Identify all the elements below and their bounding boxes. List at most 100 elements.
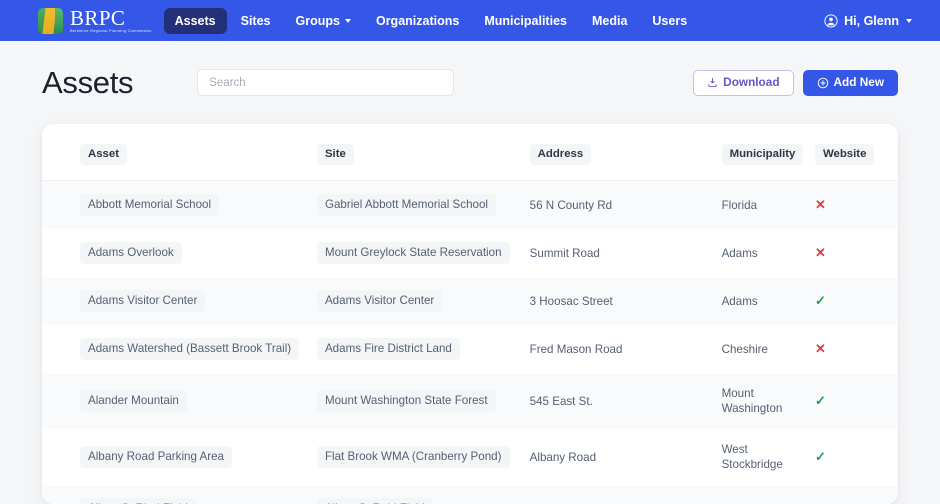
page-header: Assets Download Add New — [0, 41, 940, 124]
cell-address: 56 N County Rd — [529, 198, 613, 212]
table-row[interactable]: Adams Visitor Center Adams Visitor Center… — [42, 277, 898, 325]
nav-label-media: Media — [591, 13, 628, 28]
brand-logo-link[interactable]: BRPC Berkshire Regional Planning Commiss… — [38, 7, 151, 34]
table-row[interactable]: Alander Mountain Mount Washington State F… — [42, 373, 898, 429]
municipality-name: Adams — [721, 294, 758, 308]
site-name[interactable]: Gabriel Abbott Memorial School — [316, 194, 496, 216]
download-button[interactable]: Download — [693, 69, 794, 96]
cell-site: Adams Visitor Center — [316, 277, 530, 325]
table-header-row: Asset Site Address Municipality Website — [42, 124, 898, 181]
column-header-municipality-label: Municipality — [721, 144, 804, 165]
site-name[interactable]: Flat Brook WMA (Cranberry Pond) — [316, 446, 510, 468]
nav-label-organizations: Organizations — [375, 13, 460, 28]
check-icon: ✓ — [814, 392, 826, 408]
asset-name[interactable]: Adams Overlook — [80, 242, 182, 264]
cell-website: ✓ — [815, 485, 898, 504]
cell-website: ✕ — [815, 181, 898, 230]
nav-item-users[interactable]: Users — [641, 8, 698, 34]
site-name[interactable]: Mount Greylock State Reservation — [316, 242, 510, 264]
site-name[interactable]: Albert S. Reid Field — [316, 498, 433, 504]
column-header-website-label: Website — [814, 144, 875, 165]
cell-asset: Albert S. Ried Field — [42, 485, 317, 504]
cell-municipality: Mount Washington — [722, 373, 815, 429]
primary-nav: Assets Sites Groups Organizations Munici… — [163, 7, 699, 34]
check-icon: ✓ — [814, 448, 826, 464]
cell-municipality: Adams — [722, 277, 815, 325]
user-greeting: Hi, Glenn — [844, 13, 899, 28]
search-container — [197, 69, 455, 96]
plus-circle-icon — [817, 77, 828, 88]
nav-label-groups: Groups — [295, 13, 340, 28]
nav-item-organizations[interactable]: Organizations — [365, 8, 470, 34]
nav-item-groups[interactable]: Groups — [285, 8, 362, 34]
cell-municipality: Adams — [722, 485, 815, 504]
cell-site: Adams Fire District Land — [316, 325, 530, 373]
cross-icon: ✕ — [814, 340, 826, 356]
asset-name[interactable]: Adams Visitor Center — [80, 290, 206, 312]
column-header-site[interactable]: Site — [316, 124, 530, 181]
table-row[interactable]: Adams Overlook Mount Greylock State Reser… — [42, 229, 898, 277]
cell-site: Mount Greylock State Reservation — [316, 229, 530, 277]
cell-website: ✓ — [815, 277, 898, 325]
brand-subtitle: Berkshire Regional Planning Commission — [70, 28, 152, 33]
chevron-down-icon — [344, 18, 351, 23]
asset-name[interactable]: Albany Road Parking Area — [80, 446, 232, 468]
table-row[interactable]: Abbott Memorial School Gabriel Abbott Mem… — [42, 180, 898, 230]
column-header-asset[interactable]: Asset — [42, 124, 317, 181]
cell-site: Mount Washington State Forest — [316, 373, 530, 429]
site-name[interactable]: Adams Fire District Land — [316, 338, 460, 360]
top-navbar: BRPC Berkshire Regional Planning Commiss… — [0, 0, 940, 41]
add-new-button[interactable]: Add New — [802, 69, 898, 96]
nav-item-media[interactable]: Media — [581, 8, 638, 34]
column-header-address[interactable]: Address — [529, 124, 722, 181]
nav-label-users: Users — [652, 13, 688, 28]
table-row[interactable]: Adams Watershed (Bassett Brook Trail) Ada… — [42, 325, 898, 373]
cell-website: ✓ — [815, 373, 898, 429]
table-head: Asset Site Address Municipality Website — [42, 124, 898, 181]
column-header-address-label: Address — [529, 144, 592, 165]
cell-website: ✕ — [815, 325, 898, 373]
cell-asset: Adams Visitor Center — [42, 277, 317, 325]
municipality-name: Adams — [721, 246, 758, 260]
download-button-label: Download — [723, 74, 780, 89]
table-body: Abbott Memorial School Gabriel Abbott Mem… — [42, 180, 898, 504]
cell-asset: Alander Mountain — [42, 373, 317, 429]
site-name[interactable]: Adams Visitor Center — [316, 290, 443, 312]
chevron-down-icon — [906, 18, 912, 23]
asset-name[interactable]: Albert S. Ried Field — [80, 498, 196, 504]
site-name[interactable]: Mount Washington State Forest — [316, 390, 496, 412]
cell-address: Sparrow Street — [530, 485, 722, 504]
nav-item-sites[interactable]: Sites — [230, 8, 282, 34]
nav-label-assets: Assets — [174, 13, 216, 28]
asset-name[interactable]: Adams Watershed (Bassett Brook Trail) — [80, 338, 300, 360]
column-header-municipality[interactable]: Municipality — [721, 124, 815, 181]
user-menu-button[interactable]: Hi, Glenn — [824, 14, 912, 28]
municipality-name: Florida — [721, 198, 758, 212]
municipality-name: Cheshire — [721, 342, 768, 356]
navbar-right: Hi, Glenn — [824, 14, 926, 28]
column-header-asset-label: Asset — [80, 144, 128, 165]
table-row[interactable]: Albert S. Ried Field Albert S. Reid Field… — [42, 485, 898, 504]
cell-site: Albert S. Reid Field — [316, 485, 530, 504]
nav-item-municipalities[interactable]: Municipalities — [473, 8, 578, 34]
search-input[interactable] — [197, 69, 455, 96]
nav-item-assets[interactable]: Assets — [163, 7, 227, 34]
cell-address: 545 East St. — [529, 394, 593, 408]
asset-name[interactable]: Alander Mountain — [80, 390, 187, 412]
municipality-name: Mount Washington — [721, 387, 783, 415]
cell-municipality: Adams — [722, 229, 815, 277]
table-row[interactable]: Albany Road Parking Area Flat Brook WMA (… — [42, 429, 898, 485]
cross-icon: ✕ — [814, 244, 826, 260]
cell-asset: Albany Road Parking Area — [42, 429, 317, 485]
column-header-site-label: Site — [316, 144, 354, 165]
cell-address: Albany Road — [529, 450, 597, 464]
cell-website: ✓ — [815, 429, 898, 485]
nav-label-sites: Sites — [240, 13, 271, 28]
asset-name[interactable]: Abbott Memorial School — [80, 194, 220, 216]
cell-municipality: West Stockbridge — [722, 429, 815, 485]
brpc-logo-icon — [38, 7, 63, 34]
cross-icon: ✕ — [814, 196, 826, 212]
cell-website: ✕ — [815, 229, 898, 277]
cell-asset: Abbott Memorial School — [42, 181, 317, 230]
column-header-website[interactable]: Website — [814, 124, 898, 181]
